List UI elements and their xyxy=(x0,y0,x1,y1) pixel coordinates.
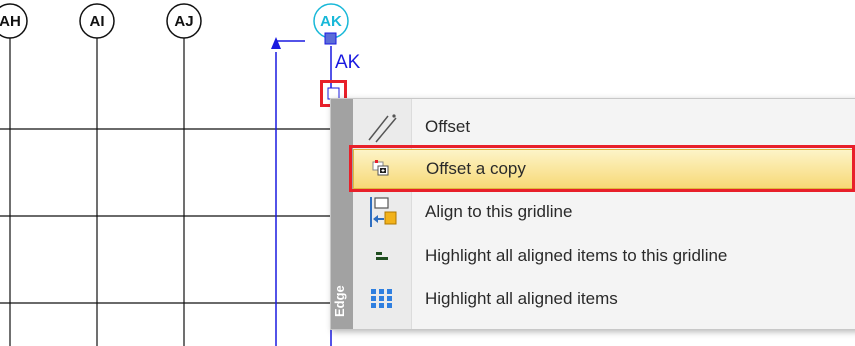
context-menu-section-rail: Edge xyxy=(331,99,353,329)
highlight-aligned-gridline-icon xyxy=(353,246,411,266)
svg-text:AK: AK xyxy=(320,13,342,30)
grid-bubble-ah[interactable]: AH xyxy=(0,3,28,39)
menu-item-align-to-gridline[interactable]: Align to this gridline xyxy=(353,192,855,232)
svg-text:AI: AI xyxy=(90,13,105,30)
menu-item-highlight-all-aligned[interactable]: Highlight all aligned items xyxy=(353,279,855,319)
align-gridline-icon xyxy=(353,195,411,229)
grid-bubble-aj[interactable]: AJ xyxy=(166,3,202,39)
annotation-highlight-menu-item xyxy=(349,145,855,192)
selection-grip-handle[interactable] xyxy=(324,32,337,45)
svg-text:AH: AH xyxy=(0,13,21,30)
offset-preview-arrow xyxy=(271,37,305,346)
menu-item-label: Offset xyxy=(425,117,471,136)
highlight-aligned-grid-icon xyxy=(353,287,411,311)
grid-bubble-ai[interactable]: AI xyxy=(79,3,115,39)
menu-item-label: Align to this gridline xyxy=(425,202,573,221)
menu-item-highlight-aligned-to-gridline[interactable]: Highlight all aligned items to this grid… xyxy=(353,236,855,276)
svg-text:AJ: AJ xyxy=(174,13,193,30)
offset-line-icon xyxy=(353,110,411,144)
context-menu-section-label: Edge xyxy=(332,285,347,317)
menu-item-offset[interactable]: Offset xyxy=(353,107,855,147)
gridline-label-ak: AK xyxy=(335,52,361,73)
menu-item-label: Highlight all aligned items to this grid… xyxy=(425,246,728,265)
menu-item-label: Highlight all aligned items xyxy=(425,289,618,308)
context-menu: Edge Offset Offset a copy Align to this … xyxy=(330,98,855,330)
